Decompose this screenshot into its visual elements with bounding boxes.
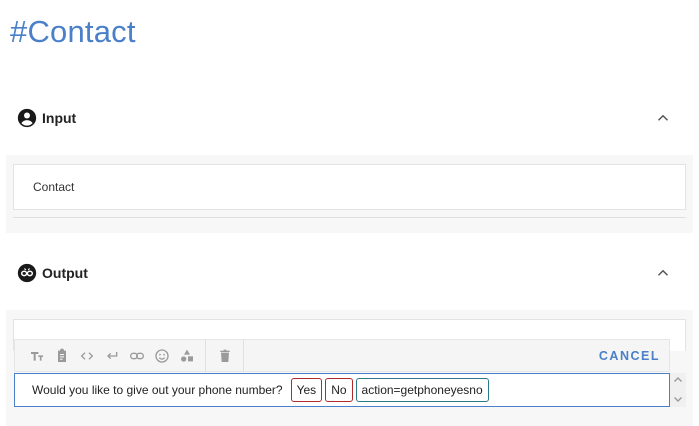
return-icon: [106, 351, 117, 359]
divider: [13, 217, 686, 218]
code-icon: [80, 351, 93, 360]
input-section-header[interactable]: Input: [0, 98, 699, 138]
clipboard-icon: [57, 348, 66, 362]
chevron-up-icon[interactable]: [654, 264, 672, 282]
page: #Contact Input Contact Output CANCEL Wou…: [0, 0, 699, 426]
page-title: #Contact: [10, 14, 136, 49]
emoji-button[interactable]: [149, 339, 174, 372]
output-section-header[interactable]: Output: [0, 253, 699, 293]
chip-yes-button[interactable]: Yes: [290, 378, 323, 402]
editor-message: Would you like to give out your phone nu…: [32, 383, 283, 397]
response-editor[interactable]: Would you like to give out your phone nu…: [14, 373, 670, 407]
code-button[interactable]: [74, 339, 99, 372]
link-icon: [129, 352, 144, 359]
cancel-button[interactable]: CANCEL: [599, 349, 660, 363]
chip-action[interactable]: action=getphoneyesno: [355, 378, 489, 402]
toolbar-separator: [205, 339, 206, 372]
clipboard-button[interactable]: [49, 339, 74, 372]
emoji-icon: [154, 348, 169, 363]
output-section-label: Output: [42, 265, 88, 281]
input-field[interactable]: Contact: [13, 164, 686, 210]
input-value: Contact: [33, 180, 75, 194]
text-format-icon: [30, 351, 43, 361]
scroll-down-icon[interactable]: [673, 394, 683, 404]
shapes-icon: [180, 349, 193, 362]
shapes-button[interactable]: [174, 339, 199, 372]
editor-scrollbar[interactable]: [670, 373, 686, 407]
text-format-button[interactable]: [24, 339, 49, 372]
link-button[interactable]: [124, 339, 149, 372]
input-section-label: Input: [42, 110, 77, 126]
scroll-up-icon[interactable]: [673, 375, 683, 385]
toolbar-separator: [243, 339, 244, 372]
chevron-up-icon[interactable]: [654, 109, 672, 127]
chip-no-button[interactable]: No: [325, 378, 353, 402]
infinity-bot-icon: [17, 263, 37, 283]
delete-icon: [219, 349, 230, 362]
return-button[interactable]: [99, 339, 124, 372]
input-panel: Contact: [6, 155, 693, 233]
editor-toolbar: CANCEL: [14, 339, 670, 372]
account-circle-icon: [17, 108, 37, 128]
delete-button[interactable]: [212, 339, 237, 372]
